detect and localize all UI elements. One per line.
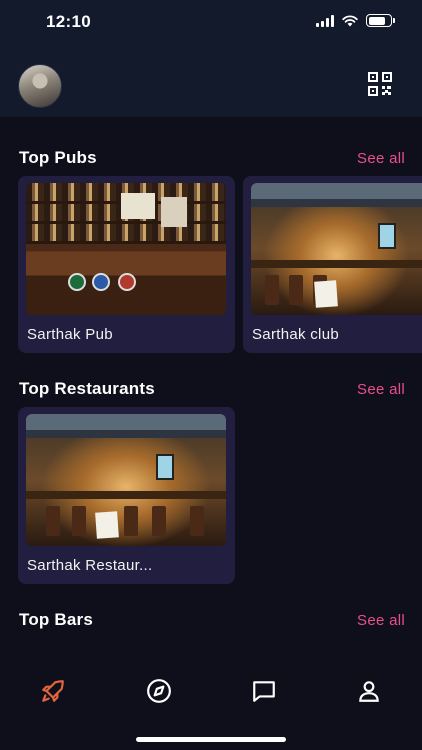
section-header-top-pubs: Top Pubs See all [19, 148, 405, 168]
venue-name: Sarthak club [252, 326, 339, 343]
rocket-icon[interactable] [40, 678, 66, 704]
status-time: 12:10 [46, 12, 91, 31]
chat-icon[interactable] [251, 678, 277, 704]
section-header-top-restaurants: Top Restaurants See all [19, 379, 405, 399]
venue-name: Sarthak Pub [27, 326, 113, 343]
venue-photo [26, 414, 226, 546]
venue-card[interactable]: Sarthak Pub [18, 176, 235, 353]
battery-icon [366, 14, 395, 27]
venue-card[interactable]: Sarthak Restaur... [18, 407, 235, 584]
profile-icon[interactable] [356, 678, 382, 704]
venue-photo [251, 183, 422, 315]
section-title: Top Bars [19, 610, 94, 629]
battery-level [368, 16, 386, 25]
section-title: Top Restaurants [19, 379, 155, 398]
bottom-tab-bar [0, 668, 422, 718]
home-indicator[interactable] [136, 737, 286, 742]
see-all-link[interactable]: See all [357, 612, 405, 629]
qr-code-icon[interactable] [368, 72, 392, 96]
top-header: 12:10 [0, 0, 422, 117]
cellular-signal-icon [316, 14, 334, 27]
wifi-icon [342, 14, 358, 26]
see-all-link[interactable]: See all [357, 150, 405, 167]
status-icons [316, 14, 395, 27]
see-all-link[interactable]: See all [357, 381, 405, 398]
section-header-top-bars: Top Bars See all [19, 610, 405, 630]
venue-card[interactable]: Sarthak club [243, 176, 422, 353]
venue-name: Sarthak Restaur... [27, 557, 153, 574]
section-title: Top Pubs [19, 148, 97, 167]
compass-icon[interactable] [146, 678, 172, 704]
venue-photo [26, 183, 226, 315]
avatar[interactable] [18, 64, 62, 108]
